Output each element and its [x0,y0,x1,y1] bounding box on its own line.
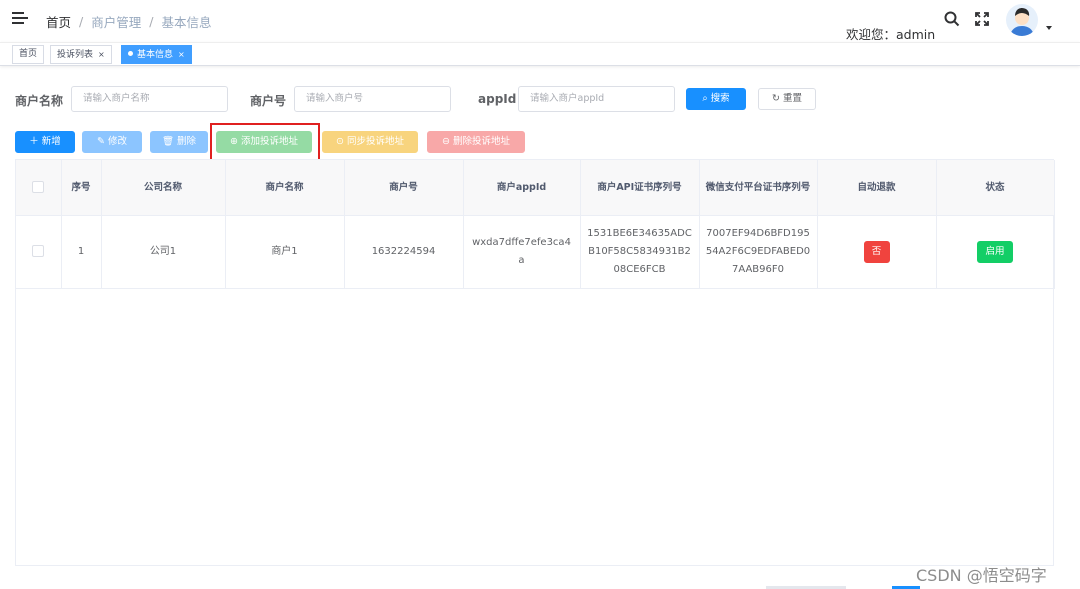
sync-icon: ⊙ [335,136,344,147]
reset-button-label: 重置 [782,93,802,104]
column-header: 公司名称 [101,160,226,216]
wechat-cert-serial-cell: 7007EF94D6BFD19554A2F6C9EDFABED07AAB96F0 [699,215,818,289]
tab-home[interactable]: 首页 [12,45,45,64]
status-cell: 启用 [936,215,1055,289]
delete-complaint-label: 删除投诉地址 [452,136,510,147]
tab-label: 基本信息 [137,50,174,60]
column-header: 商户号 [344,160,464,216]
sync-complaint-label: 同步投诉地址 [346,136,404,147]
auto-refund-badge[interactable]: 否 [863,240,890,263]
tab-complaint-list[interactable]: 投诉列表 × [50,45,112,64]
delete-button[interactable]: 🗑 删除 [150,131,208,153]
chevron-down-icon[interactable] [1046,26,1052,30]
hamburger-icon[interactable] [12,12,28,26]
merchant-no-label: 商户号 [250,94,287,108]
sync-complaint-address-button[interactable]: ⊙ 同步投诉地址 [322,131,418,153]
edit-button-label: 修改 [107,136,127,147]
highlight-box [210,123,320,161]
plus-icon: ＋ [29,136,39,147]
column-header: 微信支付平台证书序列号 [699,160,818,216]
avatar[interactable] [1006,4,1038,36]
merchant-no-input[interactable]: 请输入商户号 [294,86,451,112]
appid-cell: wxda7dffe7efe3ca4a [463,215,581,289]
select-all-checkbox[interactable] [32,181,45,194]
column-header: 状态 [936,160,1055,216]
search-icon[interactable] [944,11,960,27]
breadcrumb-home[interactable]: 首页 [46,12,71,31]
tab-label: 投诉列表 [57,50,94,60]
column-header: 自动退款 [817,160,937,216]
merchant-name-input[interactable]: 请输入商户名称 [71,86,228,112]
search-icon: ⌕ [702,93,708,104]
data-table: 序号 公司名称 商户名称 商户号 商户appId 商户API证书序列号 微信支付… [15,159,1055,566]
breadcrumb-separator: / [79,14,84,29]
search-button[interactable]: ⌕ 搜索 [686,88,746,110]
table-header-row: 序号 公司名称 商户名称 商户号 商户appId 商户API证书序列号 微信支付… [16,160,1055,216]
tags-view: 首页 投诉列表 × 基本信息 × [0,42,1080,66]
fullscreen-icon[interactable] [974,11,990,27]
close-icon[interactable]: × [178,50,185,59]
add-button[interactable]: ＋ 新增 [15,131,75,153]
reset-button[interactable]: ↻ 重置 [758,88,816,110]
status-badge[interactable]: 启用 [977,240,1013,263]
merchant-no-cell: 1632224594 [344,215,464,289]
breadcrumb-separator: / [149,14,154,29]
index-cell: 1 [61,215,102,289]
column-header: 商户名称 [225,160,345,216]
tab-label: 首页 [19,49,38,59]
tab-basic-info[interactable]: 基本信息 × [121,45,192,64]
refresh-icon: ↻ [771,93,780,104]
merchant-name-cell: 商户1 [225,215,345,289]
breadcrumb-merchant-mgmt[interactable]: 商户管理 [91,12,141,31]
trash-icon: 🗑 [161,136,174,147]
breadcrumb-basic-info: 基本信息 [161,15,212,30]
delete-button-label: 删除 [177,136,197,147]
row-checkbox[interactable] [32,244,45,257]
add-button-label: 新增 [41,136,61,147]
column-header: 商户API证书序列号 [580,160,700,216]
navbar: 首页 / 商户管理 / 基本信息 欢迎您：admin [0,0,1080,42]
appid-input[interactable]: 请输入商户appId [518,86,675,112]
search-button-label: 搜索 [710,93,730,104]
welcome-text: 欢迎您：admin [846,27,936,42]
appid-label: appId [478,92,517,106]
column-header: 序号 [61,160,102,216]
row-select-cell [16,215,62,289]
close-icon[interactable]: × [98,50,105,59]
auto-refund-cell: 否 [817,215,937,289]
edit-icon: ✎ [96,136,105,147]
select-all-cell [16,160,62,216]
delete-complaint-address-button[interactable]: ⊖ 删除投诉地址 [427,131,525,153]
minus-circle-icon: ⊖ [441,136,450,147]
active-dot-icon [128,51,133,56]
table-row: 1 公司1 商户1 1632224594 wxda7dffe7efe3ca4a … [16,215,1055,289]
edit-button[interactable]: ✎ 修改 [82,131,142,153]
column-header: 商户appId [463,160,581,216]
api-cert-serial-cell: 1531BE6E34635ADCB10F58C5834931B208CE6FCB [580,215,700,289]
breadcrumb: 首页 / 商户管理 / 基本信息 [46,12,211,31]
merchant-name-label: 商户名称 [15,94,64,108]
company-cell: 公司1 [101,215,226,289]
watermark: CSDN @悟空码字 [916,566,1047,585]
